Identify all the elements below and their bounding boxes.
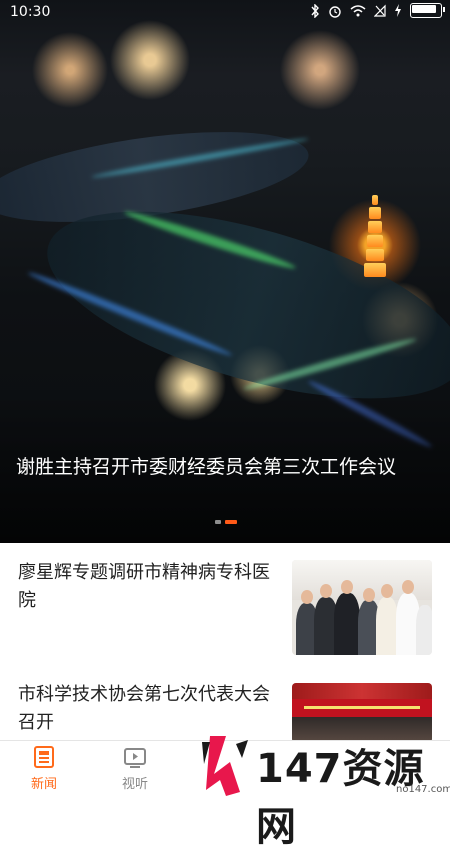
signal-off-icon <box>374 4 386 17</box>
nav-tab-video-label: 视听 <box>121 777 148 792</box>
charging-icon <box>395 4 401 17</box>
news-item-title[interactable]: 市科学技术协会第七次代表大会召开 <box>18 681 280 737</box>
nav-tab-news[interactable]: 新闻 <box>14 745 74 792</box>
news-item-title[interactable]: 廖星辉专题调研市精神病专科医院 <box>18 559 280 615</box>
status-time: 10:30 <box>10 4 51 20</box>
watermark-logo <box>202 736 248 796</box>
nav-tab-video[interactable]: 视听 <box>105 745 165 792</box>
battery-icon <box>410 3 445 18</box>
carousel-dot-active <box>225 520 237 524</box>
hero-image-pagoda <box>364 195 386 285</box>
carousel-dot <box>215 520 221 524</box>
nav-tab-news-label: 新闻 <box>30 777 57 792</box>
watermark-url: no147.com <box>396 784 450 795</box>
wifi-icon <box>350 5 366 17</box>
hero-headline[interactable]: 谢胜主持召开市委财经委员会第三次工作会议 <box>16 452 426 482</box>
alarm-icon <box>329 5 341 18</box>
carousel-indicator <box>215 520 237 524</box>
status-bar: 10:30 <box>0 0 450 26</box>
hero-carousel[interactable]: 谢胜主持召开市委财经委员会第三次工作会议 <box>0 0 450 543</box>
newspaper-icon <box>34 746 54 768</box>
site-watermark: 147资源网 no147.com <box>196 732 450 850</box>
news-item-thumbnail[interactable] <box>292 560 432 655</box>
bluetooth-icon <box>311 3 319 18</box>
status-icons <box>310 3 445 18</box>
video-icon <box>124 748 146 768</box>
